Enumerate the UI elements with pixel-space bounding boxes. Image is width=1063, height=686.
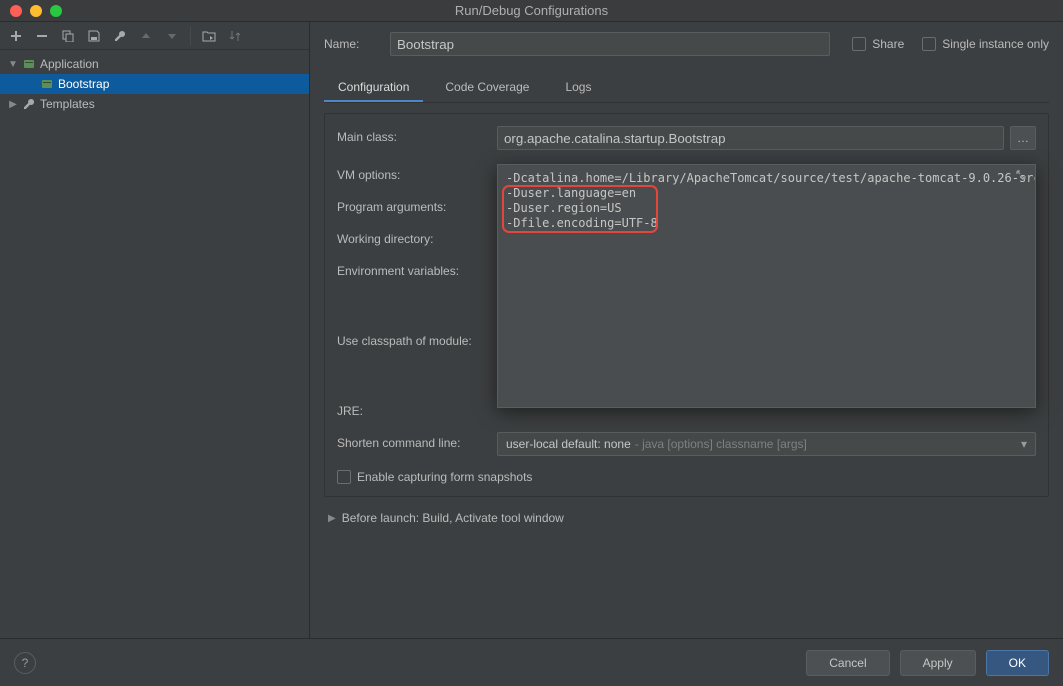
capture-snapshots-checkbox[interactable]: Enable capturing form snapshots [337,470,1036,484]
move-down-icon[interactable] [164,28,180,44]
toolbar-separator [190,27,191,45]
main-class-label: Main class: [337,126,497,144]
vm-option-line: -Duser.region=US [506,201,1027,216]
tree-node-templates[interactable]: ▶ Templates [0,94,309,114]
sidebar: ▼ Application Bootstrap ▶ [0,22,310,638]
apply-button[interactable]: Apply [900,650,976,676]
move-up-icon[interactable] [138,28,154,44]
tree-node-bootstrap[interactable]: Bootstrap [0,74,309,94]
tree-label: Templates [40,97,95,111]
configuration-panel: Main class: … VM options: Program argume… [324,113,1049,497]
vm-option-line: -Duser.language=en [506,186,1027,201]
tab-configuration[interactable]: Configuration [324,74,423,102]
window-title: Run/Debug Configurations [0,3,1063,18]
sort-icon[interactable] [227,28,243,44]
main-class-input[interactable] [497,126,1004,150]
shorten-command-line-label: Shorten command line: [337,432,497,450]
use-classpath-label: Use classpath of module: [337,330,497,348]
collapse-icon[interactable] [1015,169,1029,183]
folder-move-icon[interactable] [201,28,217,44]
sidebar-toolbar [0,22,309,50]
copy-config-icon[interactable] [60,28,76,44]
expand-icon[interactable]: ▼ [8,59,18,70]
checkbox-icon [337,470,351,484]
wrench-icon [22,97,36,111]
expand-icon[interactable]: ▶ [8,99,18,110]
save-config-icon[interactable] [86,28,102,44]
vm-options-expanded-editor[interactable]: -Dcatalina.home=/Library/ApacheTomcat/so… [497,164,1036,408]
jre-label: JRE: [337,400,497,418]
share-label: Share [872,37,904,51]
vm-option-line: -Dcatalina.home=/Library/ApacheTomcat/so… [506,171,1027,186]
wrench-icon[interactable] [112,28,128,44]
add-config-icon[interactable] [8,28,24,44]
tree-label: Application [40,57,99,71]
single-instance-label: Single instance only [942,37,1049,51]
working-directory-label: Working directory: [337,228,497,246]
shorten-command-line-dropdown[interactable]: user-local default: none - java [options… [497,432,1036,456]
help-button[interactable]: ? [14,652,36,674]
checkbox-icon [852,37,866,51]
tree-node-application[interactable]: ▼ Application [0,54,309,74]
expand-icon[interactable]: ▶ [328,513,336,524]
capture-label: Enable capturing form snapshots [357,470,532,484]
browse-main-class-button[interactable]: … [1010,126,1036,150]
ok-button[interactable]: OK [986,650,1049,676]
name-label: Name: [324,37,380,51]
environment-variables-label: Environment variables: [337,260,497,278]
checkbox-icon [922,37,936,51]
share-checkbox[interactable]: Share [852,37,904,51]
tab-code-coverage[interactable]: Code Coverage [431,74,543,102]
cancel-button[interactable]: Cancel [806,650,889,676]
shorten-hint: - java [options] classname [args] [635,437,807,451]
tab-logs[interactable]: Logs [551,74,605,102]
vm-option-line: -Dfile.encoding=UTF-8 [506,216,1027,231]
content-panel: Name: Share Single instance only Configu… [310,22,1063,638]
application-icon [40,77,54,91]
before-launch-section[interactable]: ▶ Before launch: Build, Activate tool wi… [324,511,1049,525]
single-instance-checkbox[interactable]: Single instance only [922,37,1049,51]
vm-options-label: VM options: [337,164,497,182]
name-input[interactable] [390,32,830,56]
application-icon [22,57,36,71]
footer: ? Cancel Apply OK [0,638,1063,686]
program-arguments-label: Program arguments: [337,196,497,214]
tabs: Configuration Code Coverage Logs [324,74,1049,103]
before-launch-label: Before launch: Build, Activate tool wind… [342,511,564,525]
chevron-down-icon: ▾ [1021,437,1027,451]
config-tree[interactable]: ▼ Application Bootstrap ▶ [0,50,309,638]
remove-config-icon[interactable] [34,28,50,44]
titlebar: Run/Debug Configurations [0,0,1063,22]
tree-label: Bootstrap [58,77,109,91]
shorten-value: user-local default: none [506,437,631,451]
